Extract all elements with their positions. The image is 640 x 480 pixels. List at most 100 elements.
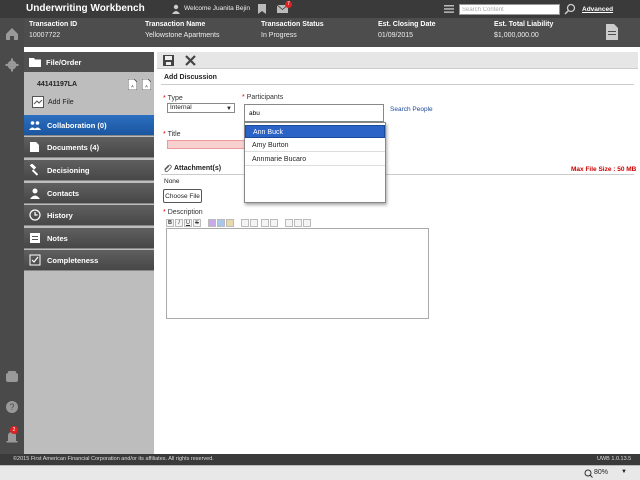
document-edit-icon[interactable] — [606, 24, 618, 40]
align-center-button[interactable] — [294, 219, 302, 227]
align-right-button[interactable] — [303, 219, 311, 227]
svg-text:A: A — [131, 84, 134, 89]
phone-icon[interactable] — [5, 370, 19, 384]
dropdown-option[interactable]: Amy Burton — [245, 139, 385, 152]
welcome-text: Welcome Juanita Bejin — [184, 5, 250, 12]
strikethrough-button[interactable]: S — [193, 219, 201, 227]
form-toolbar — [157, 52, 638, 69]
max-file-size: Max File Size : 50 MB — [571, 166, 637, 173]
italic-button[interactable]: I — [175, 219, 183, 227]
nav-item-contacts[interactable]: Contacts — [24, 183, 154, 204]
history-icon — [29, 209, 41, 221]
status-bar: 80% ▼ — [0, 465, 640, 480]
help-icon[interactable]: ? — [5, 400, 19, 414]
completeness-icon — [29, 254, 41, 266]
participants-input[interactable] — [244, 104, 384, 122]
top-bar: Underwriting Workbench Welcome Juanita B… — [0, 0, 640, 18]
add-file-icon — [32, 96, 44, 108]
search-people-link[interactable]: Search People — [390, 106, 433, 113]
svg-text:A: A — [145, 84, 148, 89]
bullet-list-button[interactable] — [250, 219, 258, 227]
left-nav-panel: File/Order 44141197LA A A Add File Colla… — [24, 52, 154, 454]
tx-liability-label: Est. Total Liability — [494, 21, 554, 28]
description-textarea[interactable] — [166, 228, 429, 319]
contacts-icon — [30, 188, 40, 199]
documents-icon — [30, 142, 39, 152]
nav-item-label: Decisioning — [47, 166, 90, 175]
no-attachments-text: None — [164, 178, 180, 185]
attachments-label: Attachment(s) — [174, 165, 222, 172]
main-panel: Add Discussion * Type Internal ▼ * Parti… — [157, 52, 638, 450]
file-id[interactable]: 44141197LA — [37, 81, 77, 88]
nav-item-decisioning[interactable]: Decisioning — [24, 160, 154, 181]
align-left-button[interactable] — [285, 219, 293, 227]
zoom-icon — [584, 469, 593, 478]
menu-list-icon[interactable] — [444, 5, 454, 13]
app-title: Underwriting Workbench — [26, 3, 145, 14]
text-color-button[interactable] — [208, 219, 216, 227]
type-select[interactable]: Internal ▼ — [167, 103, 235, 113]
save-icon[interactable] — [163, 55, 174, 66]
left-rail: ? 2 — [0, 18, 24, 454]
outdent-button[interactable] — [261, 219, 269, 227]
notes-icon — [30, 233, 40, 243]
nav-item-collaboration[interactable]: Collaboration (0) — [24, 115, 154, 136]
nav-item-label: Documents (4) — [47, 143, 100, 152]
search-input[interactable] — [459, 4, 560, 15]
nav-item-label: History — [47, 211, 73, 220]
tx-id-label: Transaction ID — [29, 21, 78, 28]
divider — [161, 84, 634, 85]
notification-badge: 2 — [10, 426, 18, 434]
nav-item-label: Completeness — [47, 256, 99, 265]
chevron-down-icon[interactable]: ▼ — [621, 469, 627, 475]
home-icon[interactable] — [5, 27, 19, 41]
indent-button[interactable] — [270, 219, 278, 227]
type-select-value: Internal — [170, 104, 192, 111]
file-order-label: File/Order — [46, 58, 82, 67]
file-order-header[interactable]: File/Order — [24, 52, 154, 72]
bold-button[interactable]: B — [166, 219, 174, 227]
zoom-level[interactable]: 80% — [594, 469, 608, 476]
tx-status-col: Transaction Status In Progress — [261, 21, 324, 39]
nav-item-history[interactable]: History — [24, 205, 154, 226]
chevron-down-icon: ▼ — [226, 106, 232, 112]
numbered-list-button[interactable] — [241, 219, 249, 227]
dropdown-option[interactable]: Ann Buck — [245, 125, 385, 138]
tx-name-label: Transaction Name — [145, 21, 206, 28]
nav-item-label: Notes — [47, 234, 68, 243]
choose-file-button[interactable]: Choose File — [163, 189, 202, 203]
tx-id-value: 10007722 — [29, 32, 61, 39]
tx-liability-col: Est. Total Liability $1,000,000.00 — [494, 21, 553, 39]
paperclip-icon — [164, 164, 172, 173]
footer: ©2015 First American Financial Corporati… — [0, 454, 640, 465]
user-icon — [172, 4, 180, 14]
gear-icon[interactable] — [5, 58, 19, 72]
search-icon[interactable] — [564, 3, 576, 15]
tx-liability-value: $1,000,000.00 — [494, 32, 539, 39]
tx-name-value: Yellowstone Apartments — [145, 32, 220, 39]
svg-text:?: ? — [9, 402, 14, 412]
dropdown-option[interactable]: Annmarie Bucaro — [245, 153, 385, 166]
mail-count-badge: 7 — [285, 1, 292, 8]
tx-name-col: Transaction Name Yellowstone Apartments — [145, 21, 219, 39]
nav-item-completeness[interactable]: Completeness — [24, 250, 154, 271]
nav-item-notes[interactable]: Notes — [24, 228, 154, 249]
advanced-search-link[interactable]: Advanced — [582, 6, 613, 13]
nav-item-label: Contacts — [47, 189, 80, 198]
folder-icon — [29, 58, 41, 67]
highlight-button[interactable] — [217, 219, 225, 227]
link-button[interactable] — [226, 219, 234, 227]
pdf-icon[interactable]: A — [142, 79, 151, 90]
nav-item-documents[interactable]: Documents (4) — [24, 137, 154, 158]
participants-dropdown: Ann Buck Amy Burton Annmarie Bucaro — [244, 122, 386, 203]
title-label: * Title — [163, 131, 181, 138]
underline-button[interactable]: U — [184, 219, 192, 227]
close-icon[interactable] — [185, 55, 196, 66]
tx-closing-col: Est. Closing Date 01/09/2015 — [378, 21, 436, 39]
transaction-header: Transaction ID 10007722 Transaction Name… — [24, 18, 640, 47]
title-input[interactable] — [167, 140, 245, 149]
decisioning-icon — [29, 164, 39, 176]
bookmark-icon[interactable] — [258, 4, 266, 14]
description-label: * Description — [163, 209, 203, 216]
pdf-icon[interactable]: A — [128, 79, 137, 90]
